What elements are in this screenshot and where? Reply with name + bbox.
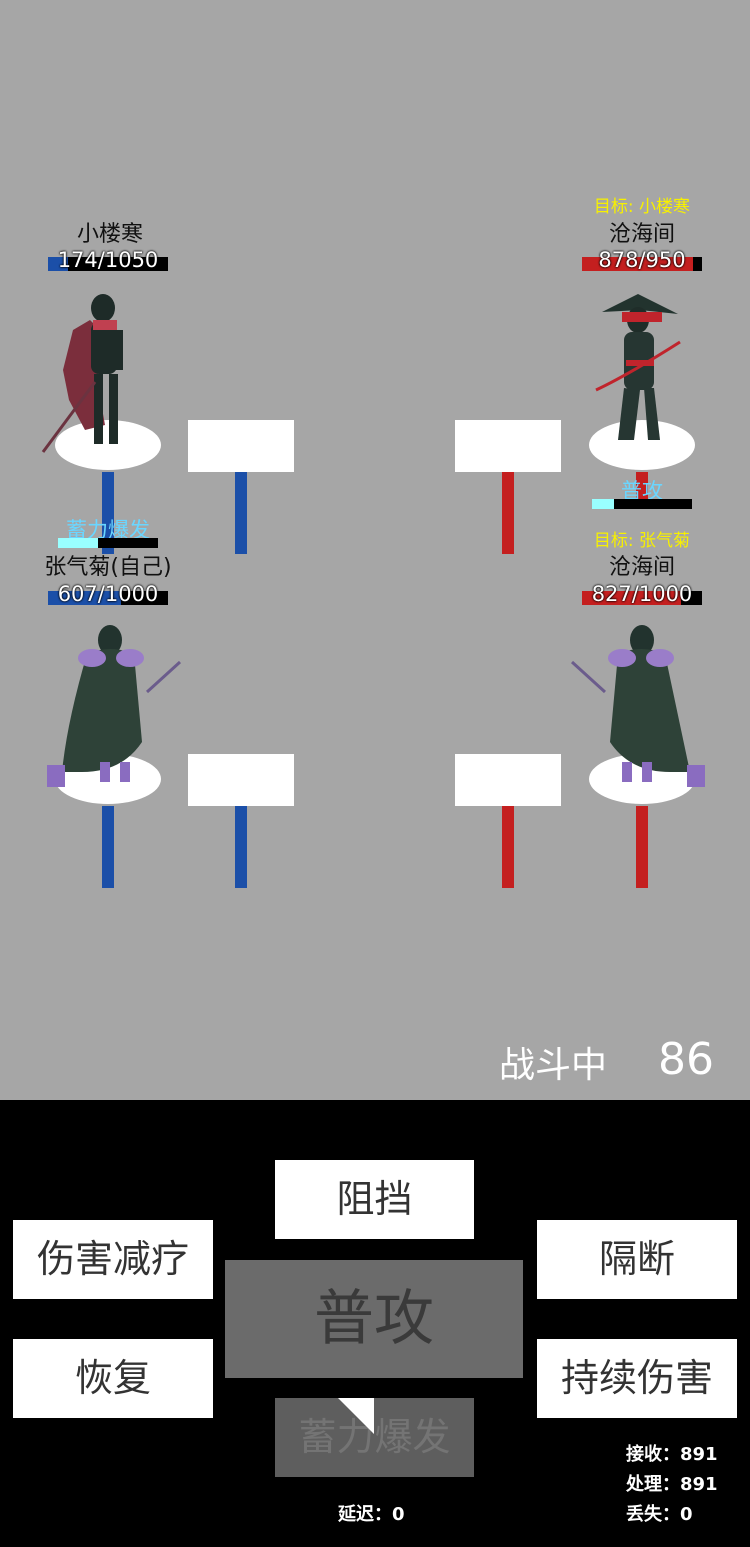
self-name: 张气菊(自己) (44, 555, 172, 580)
battle-status: 战斗中 (499, 1045, 608, 1086)
delay-stat: 延迟：0 (338, 1504, 405, 1525)
dot-button[interactable]: 持续伤害 (537, 1339, 737, 1418)
enemy-pole (636, 806, 648, 888)
enemy-sign (455, 420, 561, 472)
received-stat: 接收：891 (626, 1444, 718, 1465)
basic-attack-button[interactable]: 普攻 (225, 1260, 523, 1378)
charge-burst-button[interactable]: 蓄力爆发 (275, 1398, 474, 1477)
ally-sign-pole (235, 472, 247, 554)
self-hp-text: 607/1000 (57, 582, 159, 606)
ally-cast-bar (58, 538, 158, 548)
ally-cast-fill (58, 538, 98, 548)
cooldown-indicator (338, 1398, 374, 1434)
self-sign (188, 754, 294, 806)
enemy-target-label: 目标: 小楼寒 (593, 197, 691, 217)
enemy-target-label: 目标: 张气菊 (593, 531, 691, 551)
swordswoman-figure (41, 294, 123, 453)
lost-stat: 丢失：0 (626, 1504, 693, 1525)
enemy-name: 沧海间 (608, 555, 675, 580)
processed-stat: 处理：891 (626, 1474, 718, 1495)
enemy-hp-text: 878/950 (598, 248, 686, 272)
enemy-cast-fill (592, 499, 614, 509)
enemy-sign-pole (502, 806, 514, 888)
self-sign-pole (235, 806, 247, 888)
purple-warrior-figure (570, 625, 705, 787)
enemy-sign-pole (502, 472, 514, 554)
block-button[interactable]: 阻挡 (275, 1160, 474, 1239)
enemy-hp-text: 827/1000 (591, 582, 693, 606)
enemy-name: 沧海间 (608, 222, 675, 247)
enemy-sign (455, 754, 561, 806)
interrupt-button[interactable]: 隔断 (537, 1220, 737, 1299)
battle-timer: 86 (658, 1034, 714, 1085)
ally-name: 小楼寒 (76, 222, 143, 247)
straw-hat-warrior-figure (595, 294, 681, 440)
ally-hp-text: 174/1050 (57, 248, 159, 272)
self-pole (102, 806, 114, 888)
ally-sign (188, 420, 294, 472)
purple-warrior-figure (47, 625, 182, 787)
damage-reduce-heal-button[interactable]: 伤害减疗 (13, 1220, 213, 1299)
enemy-cast-bar (592, 499, 692, 509)
recover-button[interactable]: 恢复 (13, 1339, 213, 1418)
